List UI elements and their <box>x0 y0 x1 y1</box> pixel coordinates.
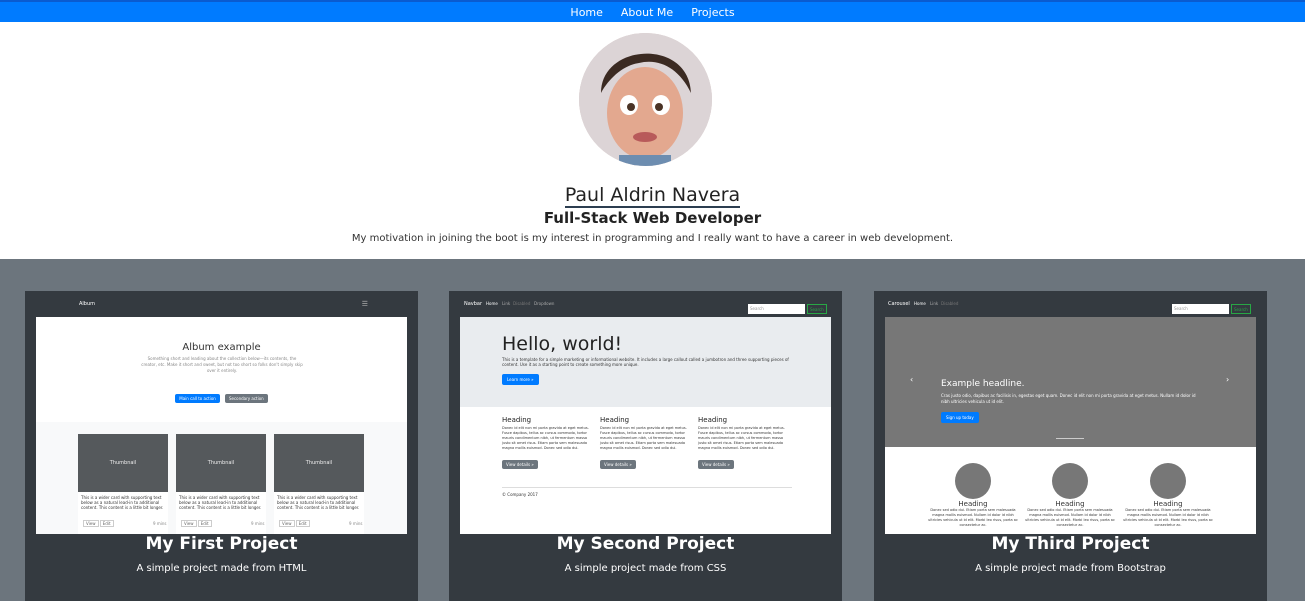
project-card-2[interactable]: Navbar Home Link Disabled Dropdown Searc… <box>449 291 842 601</box>
projects-section: Album ☰ Album example Something short an… <box>0 259 1305 601</box>
project-text-2: A simple project made from CSS <box>564 563 727 574</box>
preview-lead: Something short and leading about the co… <box>141 356 303 373</box>
carousel-signup-btn: Sign up today <box>941 412 979 423</box>
preview-col-text: Donec id elit non mi porta gravida at eg… <box>502 426 589 450</box>
nav-home-link[interactable]: Home <box>570 6 602 19</box>
preview-learn-btn: Learn more » <box>502 374 539 385</box>
preview-heading: Album example <box>182 342 261 353</box>
profile-motto: My motivation in joining the boot is my … <box>351 233 954 244</box>
profile-section: Paul Aldrin Navera Full-Stack Web Develo… <box>0 22 1305 259</box>
carousel-prev-icon: ‹ <box>910 375 914 384</box>
preview-edit-btn: Edit <box>295 520 310 527</box>
nav-about-link[interactable]: About Me <box>621 6 673 19</box>
preview-thumb-1: Thumbnail <box>78 434 168 492</box>
preview-primary-btn: Main call to action <box>175 394 220 403</box>
project-text-1: A simple project made from HTML <box>136 563 307 574</box>
preview-edit-btn: Edit <box>99 520 114 527</box>
carousel-headline: Example headline. <box>941 379 1025 389</box>
preview-details-btn: View details » <box>502 460 538 469</box>
project-preview-2: Hello, world! This is a template for a s… <box>460 317 831 534</box>
preview-link-home: Home <box>486 301 498 306</box>
hamburger-icon: ☰ <box>361 300 368 308</box>
preview-col-heading: Heading <box>502 416 532 424</box>
project-card-3[interactable]: Carousel Home Link Disabled Search Searc… <box>874 291 1267 601</box>
preview-col-heading: Heading <box>1055 500 1085 508</box>
top-navbar: Home About Me Projects <box>0 0 1305 22</box>
preview-brand: Carousel <box>888 301 910 307</box>
nav-projects-link[interactable]: Projects <box>691 6 734 19</box>
preview-col-text: Donec id elit non mi porta gravida at eg… <box>600 426 687 450</box>
preview-link-dropdown: Dropdown <box>534 301 555 306</box>
project-card-1[interactable]: Album ☰ Album example Something short an… <box>25 291 418 601</box>
preview-search-input: Search <box>1172 304 1229 314</box>
preview-link-disabled: Disabled <box>513 301 531 306</box>
preview-col-text: Donec sed odio dui. Etiam porta sem male… <box>928 508 1018 527</box>
preview-circle-2 <box>1052 463 1088 499</box>
preview-view-btn: View <box>279 520 295 527</box>
preview-col-text: Donec sed odio dui. Etiam porta sem male… <box>1025 508 1115 527</box>
preview-search-input: Search <box>748 304 805 314</box>
preview-thumb-2: Thumbnail <box>176 434 266 492</box>
preview-col-heading: Heading <box>600 416 630 424</box>
project-title-3: My Third Project <box>991 534 1150 554</box>
preview-mins: 9 mins <box>251 521 265 526</box>
preview-brand: Navbar <box>464 301 483 307</box>
preview-brand: Album <box>79 301 96 307</box>
preview-search-btn: Search <box>807 304 827 314</box>
preview-search-btn: Search <box>1231 304 1251 314</box>
preview-col-heading: Heading <box>698 416 728 424</box>
preview-mins: 9 mins <box>349 521 363 526</box>
project-preview-1: Album example Something short and leadin… <box>36 317 407 534</box>
profile-name-text: Paul Aldrin Navera <box>564 184 741 208</box>
preview-details-btn: View details » <box>698 460 734 469</box>
profile-avatar <box>579 33 712 166</box>
preview-thumb-3: Thumbnail <box>274 434 364 492</box>
preview-mins: 9 mins <box>153 521 167 526</box>
carousel-next-icon: › <box>1226 375 1230 384</box>
preview-link-disabled: Disabled <box>941 301 959 306</box>
preview-view-btn: View <box>83 520 99 527</box>
preview-view-btn: View <box>181 520 197 527</box>
preview-jumbotron-lead: This is a template for a simple marketin… <box>502 357 789 367</box>
profile-name: Paul Aldrin Navera <box>0 184 1305 208</box>
preview-jumbotron-heading: Hello, world! <box>502 333 623 355</box>
project-preview-3: ‹ › Example headline. Cras justo odio, d… <box>885 317 1256 534</box>
preview-card-text-1: This is a wider card with supporting tex… <box>78 492 168 534</box>
preview-link-home: Home <box>914 301 926 306</box>
preview-details-btn: View details » <box>600 460 636 469</box>
preview-col-heading: Heading <box>958 500 988 508</box>
preview-col-text: Donec sed odio dui. Etiam porta sem male… <box>1123 508 1213 527</box>
preview-col-text: Donec id elit non mi porta gravida at eg… <box>698 426 785 450</box>
profile-role: Full-Stack Web Developer <box>543 209 762 227</box>
preview-col-heading: Heading <box>1153 500 1183 508</box>
carousel-caption: Cras justo odio, dapibus ac facilisis in… <box>941 393 1196 404</box>
preview-link: Link <box>930 301 939 306</box>
preview-circle-3 <box>1150 463 1186 499</box>
project-title-2: My Second Project <box>556 534 735 554</box>
preview-card-text-3: This is a wider card with supporting tex… <box>274 492 364 534</box>
preview-edit-btn: Edit <box>197 520 212 527</box>
preview-secondary-btn: Secondary action <box>224 394 268 403</box>
project-title-1: My First Project <box>145 534 298 554</box>
preview-link: Link <box>502 301 511 306</box>
preview-circle-1 <box>955 463 991 499</box>
preview-footer: © Company 2017 <box>502 492 538 497</box>
project-text-3: A simple project made from Bootstrap <box>975 563 1166 574</box>
preview-card-text-2: This is a wider card with supporting tex… <box>176 492 266 534</box>
carousel-indicators <box>1056 438 1084 439</box>
